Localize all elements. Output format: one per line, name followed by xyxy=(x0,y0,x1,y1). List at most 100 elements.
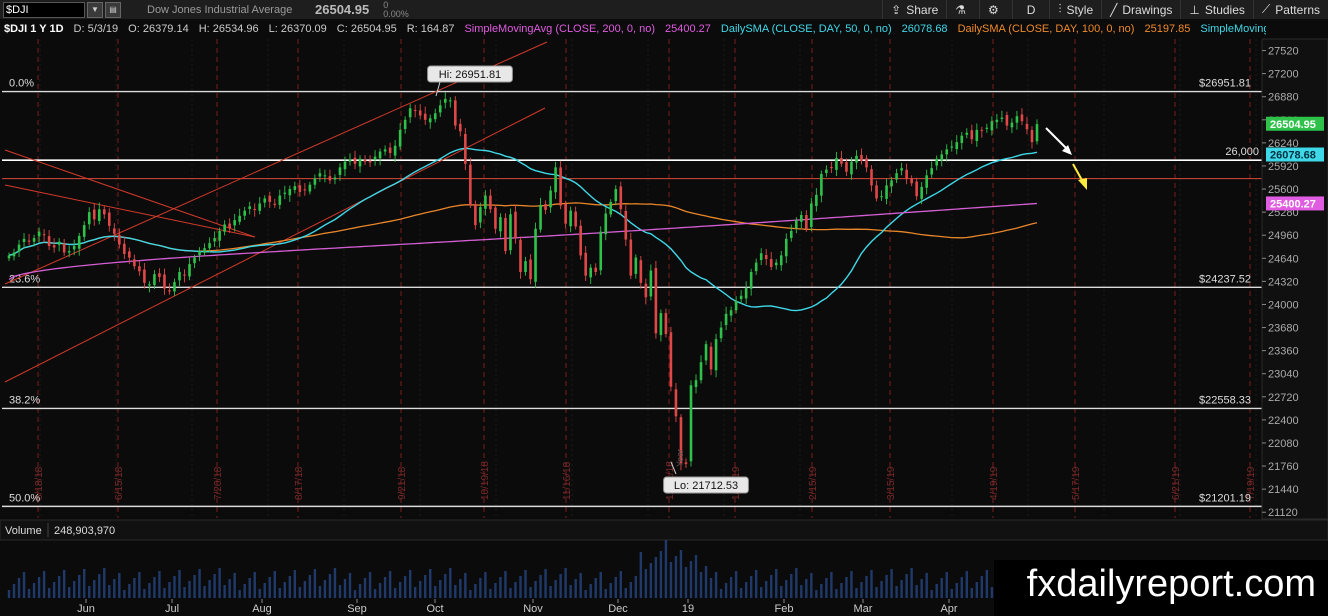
candle-body xyxy=(133,259,136,267)
volume-bar xyxy=(223,585,226,598)
volume-bar xyxy=(439,580,442,598)
price-chart[interactable]: 5/18/18 6/15/18 7/20/18 8/17/18 9/21/18 10/19… xyxy=(0,0,1328,616)
candle-body xyxy=(57,241,61,245)
volume-bar xyxy=(980,576,984,598)
volume-bar xyxy=(408,570,412,598)
date-marker-label: 5/17/19 xyxy=(1071,466,1082,500)
candle-body xyxy=(1035,124,1039,142)
candle-body xyxy=(233,220,236,226)
candle-body xyxy=(203,248,206,253)
candle-body xyxy=(77,235,81,249)
candle-body xyxy=(97,209,101,222)
price-badge-label: 25400.27 xyxy=(1270,198,1316,210)
candle-body xyxy=(243,210,246,216)
volume-bar xyxy=(739,588,743,598)
candle-body xyxy=(774,262,778,266)
volume-bar xyxy=(795,568,798,598)
candle-body xyxy=(840,158,843,164)
candle-body xyxy=(514,211,517,239)
volume-bar xyxy=(534,581,537,598)
volume-bar xyxy=(544,569,547,598)
date-marker-label: 6/15/18 xyxy=(114,466,125,500)
volume-bar xyxy=(649,563,653,598)
candle-body xyxy=(428,118,432,123)
volume-bar xyxy=(173,576,176,598)
volume-bar xyxy=(759,587,763,598)
candle-body xyxy=(459,123,462,132)
y-tick-label: 22720 xyxy=(1268,392,1299,404)
y-tick-label: 26880 xyxy=(1268,92,1299,104)
candle-body xyxy=(27,240,31,242)
candle-body xyxy=(173,282,176,292)
candle-body xyxy=(900,168,903,171)
candle-body xyxy=(1025,123,1029,130)
candle-body xyxy=(308,184,312,192)
candle-body xyxy=(313,178,317,185)
candle-body xyxy=(915,181,918,197)
y-tick-label: 23680 xyxy=(1268,323,1299,335)
candle-body xyxy=(574,211,577,227)
candle-body xyxy=(890,180,893,187)
candle-body xyxy=(614,189,618,202)
candle-body xyxy=(208,243,211,249)
volume-bar xyxy=(449,568,452,598)
volume-bar xyxy=(990,587,994,598)
candle-body xyxy=(980,129,984,131)
x-tick-label: Feb xyxy=(775,603,794,615)
volume-bar xyxy=(52,582,56,598)
info-high: H: 26534.96 xyxy=(198,23,259,35)
volume-bar xyxy=(123,590,126,598)
volume-bar xyxy=(228,579,231,598)
study-value-sma200: 25400.27 xyxy=(665,23,711,35)
candle-body xyxy=(102,209,106,215)
candle-body xyxy=(383,149,387,152)
volume-bar xyxy=(233,573,236,598)
x-tick-label: Apr xyxy=(940,603,957,615)
volume-bar xyxy=(113,579,116,598)
candle-body xyxy=(323,175,327,177)
candle-body xyxy=(499,217,502,232)
info-close: C: 26504.95 xyxy=(336,23,397,35)
volume-bar xyxy=(619,571,622,598)
candle-body xyxy=(418,110,422,116)
candle-body xyxy=(158,273,161,278)
watermark: fxdailyreport.com xyxy=(994,560,1328,616)
volume-bar xyxy=(845,577,848,598)
candle-body xyxy=(67,251,71,253)
candle-body xyxy=(123,243,126,254)
candle-body xyxy=(664,313,668,335)
candle-body xyxy=(268,195,272,203)
volume-bar xyxy=(288,576,292,598)
volume-bar xyxy=(815,590,818,598)
y-tick-label: 21760 xyxy=(1268,461,1299,473)
candle-body xyxy=(273,203,277,205)
candle-body xyxy=(584,252,587,276)
candle-body xyxy=(343,161,347,170)
candle-body xyxy=(1015,116,1019,123)
candle-body xyxy=(469,164,472,205)
candle-body xyxy=(438,105,442,113)
study-label-sma100[interactable]: DailySMA (CLOSE, DAY, 100, 0, no) xyxy=(958,23,1135,35)
candle-body xyxy=(47,236,51,247)
candle-body xyxy=(759,253,763,261)
price-axis: 2752027200268802656026240259202560025280… xyxy=(1261,38,1328,520)
candle-body xyxy=(769,259,773,267)
y-tick-label: 21120 xyxy=(1268,507,1298,519)
candle-body xyxy=(278,195,282,205)
volume-bar xyxy=(930,590,933,598)
candle-body xyxy=(163,274,166,289)
candle-body xyxy=(7,255,11,259)
candle-body xyxy=(183,274,186,276)
y-tick-label: 24960 xyxy=(1268,230,1299,242)
study-label-sma50[interactable]: DailySMA (CLOSE, DAY, 50, 0, no) xyxy=(721,23,892,35)
volume-bar xyxy=(273,571,276,598)
volume-bar xyxy=(579,573,582,598)
candle-body xyxy=(143,269,146,283)
candle-body xyxy=(885,185,888,199)
volume-bar xyxy=(950,589,953,598)
volume-bar xyxy=(138,572,141,598)
volume-bar xyxy=(770,575,773,598)
fib-percent-label: 0.0% xyxy=(9,78,34,90)
study-label-sma200[interactable]: SimpleMovingAvg (CLOSE, 200, 0, no) xyxy=(464,23,655,35)
study-label-extra[interactable]: SimpleMoving... xyxy=(1200,23,1266,35)
